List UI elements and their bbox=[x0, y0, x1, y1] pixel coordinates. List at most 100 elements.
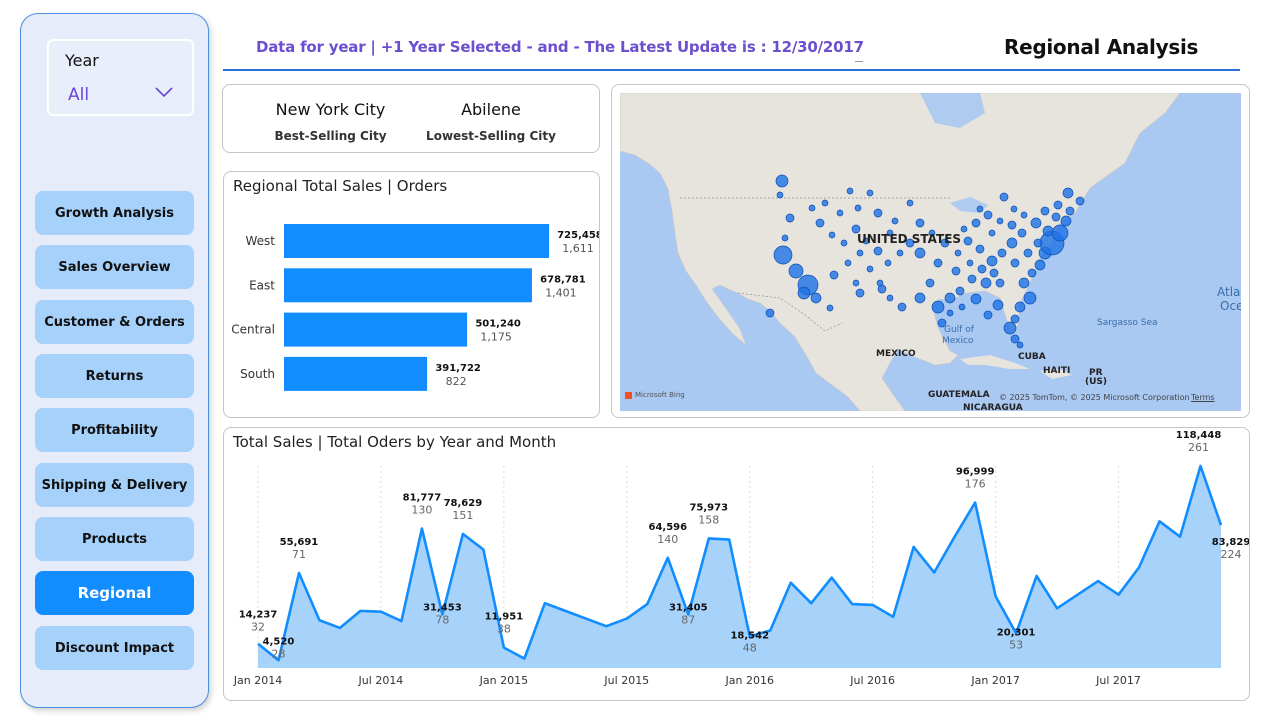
city-marker[interactable] bbox=[914, 292, 926, 304]
city-marker[interactable] bbox=[765, 308, 775, 318]
city-marker[interactable] bbox=[781, 234, 789, 242]
city-marker[interactable] bbox=[966, 259, 974, 267]
nav-returns[interactable]: Returns bbox=[35, 354, 194, 398]
city-marker[interactable] bbox=[1065, 206, 1075, 216]
city-marker[interactable] bbox=[1017, 228, 1027, 238]
city-marker[interactable] bbox=[844, 259, 852, 267]
city-marker[interactable] bbox=[997, 248, 1007, 258]
city-marker[interactable] bbox=[840, 239, 848, 247]
city-marker[interactable] bbox=[1006, 237, 1018, 249]
city-marker[interactable] bbox=[1062, 187, 1074, 199]
city-marker[interactable] bbox=[866, 265, 874, 273]
city-marker[interactable] bbox=[797, 286, 811, 300]
terms-link[interactable]: Terms bbox=[1191, 393, 1215, 402]
city-marker[interactable] bbox=[785, 213, 795, 223]
city-marker[interactable] bbox=[873, 208, 883, 218]
city-marker[interactable] bbox=[976, 205, 984, 213]
city-marker[interactable] bbox=[986, 255, 998, 267]
city-marker[interactable] bbox=[914, 247, 926, 259]
city-marker[interactable] bbox=[810, 292, 822, 304]
city-marker[interactable] bbox=[1018, 277, 1030, 289]
city-marker[interactable] bbox=[906, 199, 914, 207]
city-marker[interactable] bbox=[773, 245, 793, 265]
city-marker[interactable] bbox=[775, 174, 789, 188]
city-marker[interactable] bbox=[980, 277, 992, 289]
city-marker[interactable] bbox=[846, 187, 854, 195]
city-marker[interactable] bbox=[963, 236, 973, 246]
city-marker[interactable] bbox=[1007, 220, 1017, 230]
chevron-down-icon[interactable] bbox=[154, 85, 174, 99]
city-marker[interactable] bbox=[944, 292, 956, 304]
city-marker[interactable] bbox=[931, 300, 945, 314]
city-marker[interactable] bbox=[1030, 217, 1042, 229]
city-marker[interactable] bbox=[896, 249, 904, 257]
nav-profitability[interactable]: Profitability bbox=[35, 408, 194, 452]
city-marker[interactable] bbox=[1042, 225, 1054, 237]
city-marker[interactable] bbox=[866, 189, 874, 197]
bar-central[interactable] bbox=[284, 312, 468, 347]
city-marker[interactable] bbox=[1023, 291, 1037, 305]
city-marker[interactable] bbox=[1060, 215, 1072, 227]
city-marker[interactable] bbox=[925, 278, 935, 288]
city-marker[interactable] bbox=[975, 244, 985, 254]
city-marker[interactable] bbox=[852, 279, 860, 287]
city-marker[interactable] bbox=[829, 270, 839, 280]
city-marker[interactable] bbox=[1051, 212, 1061, 222]
nav-products[interactable]: Products bbox=[35, 517, 194, 561]
nav-customer-orders[interactable]: Customer & Orders bbox=[35, 300, 194, 344]
city-marker[interactable] bbox=[776, 191, 784, 199]
city-marker[interactable] bbox=[1040, 206, 1050, 216]
city-marker[interactable] bbox=[1003, 321, 1017, 335]
city-marker[interactable] bbox=[967, 274, 977, 284]
city-marker[interactable] bbox=[1010, 314, 1020, 324]
nav-shipping-delivery[interactable]: Shipping & Delivery bbox=[35, 463, 194, 507]
bar-south[interactable] bbox=[284, 356, 428, 391]
city-marker[interactable] bbox=[897, 302, 907, 312]
city-marker[interactable] bbox=[1053, 200, 1063, 210]
nav-regional[interactable]: Regional bbox=[35, 571, 194, 615]
city-marker[interactable] bbox=[854, 204, 862, 212]
nav-discount-impact[interactable]: Discount Impact bbox=[35, 626, 194, 670]
city-marker[interactable] bbox=[989, 268, 999, 278]
city-marker[interactable] bbox=[836, 209, 844, 217]
city-marker[interactable] bbox=[876, 279, 884, 287]
city-marker[interactable] bbox=[933, 258, 943, 268]
city-marker[interactable] bbox=[788, 263, 804, 279]
city-marker[interactable] bbox=[891, 217, 899, 225]
bar-east[interactable] bbox=[284, 268, 532, 303]
city-marker[interactable] bbox=[1034, 259, 1046, 271]
city-marker[interactable] bbox=[828, 231, 836, 239]
city-marker[interactable] bbox=[999, 192, 1009, 202]
city-marker[interactable] bbox=[884, 259, 892, 267]
city-marker[interactable] bbox=[992, 299, 1004, 311]
city-marker[interactable] bbox=[958, 303, 966, 311]
city-marker[interactable] bbox=[815, 218, 825, 228]
city-marker[interactable] bbox=[983, 310, 993, 320]
city-marker[interactable] bbox=[971, 218, 981, 228]
city-marker[interactable] bbox=[826, 304, 834, 312]
city-marker[interactable] bbox=[1051, 224, 1069, 242]
city-marker[interactable] bbox=[886, 294, 894, 302]
city-marker[interactable] bbox=[1075, 196, 1085, 206]
city-marker[interactable] bbox=[954, 249, 962, 257]
city-marker[interactable] bbox=[983, 210, 993, 220]
city-marker[interactable] bbox=[988, 229, 996, 237]
city-marker[interactable] bbox=[970, 293, 982, 305]
city-marker[interactable] bbox=[995, 278, 1005, 288]
slicer-value[interactable]: All bbox=[68, 85, 89, 105]
city-marker[interactable] bbox=[977, 264, 987, 274]
city-marker[interactable] bbox=[1027, 268, 1037, 278]
city-marker[interactable] bbox=[996, 217, 1004, 225]
city-marker[interactable] bbox=[1020, 211, 1028, 219]
nav-sales-overview[interactable]: Sales Overview bbox=[35, 245, 194, 289]
bar-west[interactable] bbox=[284, 224, 549, 258]
city-marker[interactable] bbox=[915, 218, 925, 228]
city-marker[interactable] bbox=[821, 199, 829, 207]
city-marker[interactable] bbox=[951, 266, 961, 276]
city-marker[interactable] bbox=[946, 309, 954, 317]
city-marker[interactable] bbox=[873, 246, 883, 256]
city-marker[interactable] bbox=[1014, 301, 1026, 313]
city-marker[interactable] bbox=[1010, 258, 1020, 268]
nav-growth-analysis[interactable]: Growth Analysis bbox=[35, 191, 194, 235]
city-marker[interactable] bbox=[1033, 238, 1043, 248]
